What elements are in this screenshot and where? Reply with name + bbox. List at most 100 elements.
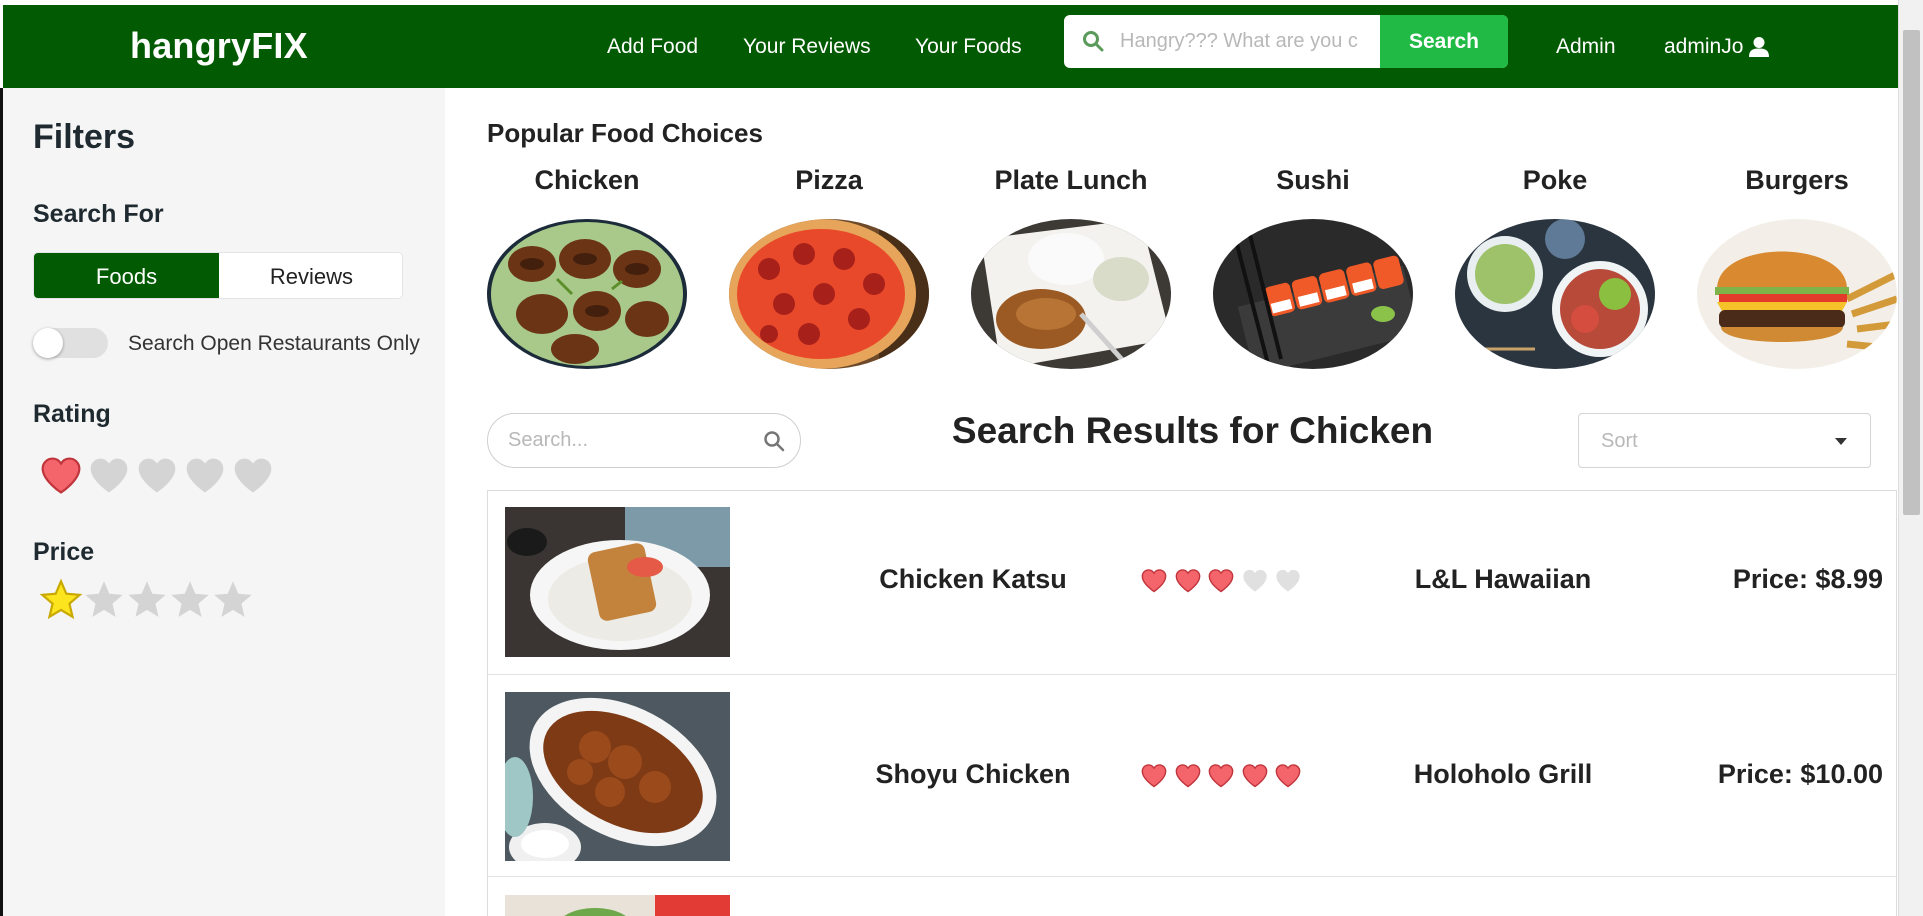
- price-option-2[interactable]: [82, 578, 128, 622]
- heart-icon: [1174, 762, 1204, 790]
- price-option-1[interactable]: [39, 578, 85, 622]
- user-icon[interactable]: [1748, 36, 1770, 58]
- category-label: Chicken: [534, 165, 640, 195]
- heart-icon: [1274, 567, 1304, 595]
- food-thumbnail[interactable]: [505, 507, 730, 657]
- category-image-burgers[interactable]: [1697, 219, 1897, 369]
- nav-admin[interactable]: Admin: [1556, 35, 1616, 59]
- results-heading: Search Results for Chicken: [951, 410, 1434, 451]
- rating-option-5[interactable]: [231, 454, 277, 498]
- restaurant-name[interactable]: Holoholo Grill: [1378, 759, 1628, 790]
- heart-icon: [186, 458, 224, 493]
- page-scrollbar[interactable]: [1898, 0, 1923, 916]
- food-name[interactable]: Chicken Katsu: [838, 564, 1108, 595]
- shoyu-chicken-image: [505, 692, 730, 861]
- app-root: hangryFIX Add Food Your Reviews Your Foo…: [0, 0, 1923, 916]
- filters-title: Filters: [33, 118, 136, 156]
- heart-icon: [1140, 567, 1170, 595]
- star-icon: [128, 581, 166, 617]
- food-price: Price: $10.00: [1717, 759, 1883, 789]
- star-icon: [39, 578, 83, 620]
- food-name[interactable]: Shoyu Chicken: [838, 759, 1108, 790]
- food-thumbnail[interactable]: [505, 895, 730, 916]
- food-thumbnail[interactable]: [505, 692, 730, 861]
- heart-icon: [1274, 762, 1304, 790]
- category-label: Pizza: [795, 165, 863, 195]
- heart-icon: [1207, 762, 1237, 790]
- result-row[interactable]: Shoyu Chicken Holoholo Grill Price: $10.…: [488, 675, 1896, 877]
- brand-logo[interactable]: hangryFIX: [130, 25, 308, 67]
- heart-icon: [1276, 569, 1300, 592]
- results-search-input[interactable]: [508, 414, 748, 467]
- switch-knob: [33, 328, 63, 358]
- search-icon[interactable]: [763, 430, 785, 452]
- result-row[interactable]: Chicken Katsu L&L Hawaiian Price: $8.99: [488, 491, 1896, 675]
- heart-icon: [1208, 764, 1234, 788]
- result-row[interactable]: [488, 877, 1896, 916]
- star-icon: [171, 581, 209, 617]
- search-for-reviews-button[interactable]: Reviews: [219, 253, 402, 298]
- search-icon: [1083, 31, 1104, 52]
- category-image-plate-lunch[interactable]: [971, 219, 1171, 369]
- rating-option-4[interactable]: [183, 454, 229, 498]
- open-restaurants-label: Search Open Restaurants Only: [128, 332, 420, 355]
- plate-lunch-image: [971, 219, 1171, 369]
- price-option-3[interactable]: [125, 578, 171, 622]
- food-price: Price: $8.99: [1732, 564, 1883, 594]
- price-option-5[interactable]: [211, 578, 257, 622]
- star-icon: [214, 581, 252, 617]
- star-icon: [85, 581, 123, 617]
- category-label: Sushi: [1276, 165, 1350, 195]
- category-label: Plate Lunch: [994, 165, 1148, 195]
- rating-heading: Rating: [33, 400, 111, 428]
- nav-add-food[interactable]: Add Food: [607, 35, 698, 59]
- category-image-pizza[interactable]: [729, 219, 929, 369]
- heart-icon: [1275, 764, 1301, 788]
- price-option-4[interactable]: [168, 578, 214, 622]
- results-list: Chicken Katsu L&L Hawaiian Price: $8.99 …: [487, 490, 1897, 916]
- scrollbar-thumb[interactable]: [1903, 30, 1920, 515]
- heart-icon: [1174, 567, 1204, 595]
- heart-icon: [1175, 569, 1200, 593]
- category-image-poke[interactable]: [1455, 219, 1655, 369]
- chicken-image: [487, 219, 687, 369]
- heart-icon: [234, 458, 272, 493]
- rating-option-3[interactable]: [135, 454, 181, 498]
- heart-icon: [1208, 569, 1234, 593]
- pizza-image: [729, 219, 929, 369]
- poke-image: [1455, 219, 1655, 369]
- filters-sidebar: Filters Search For Foods Reviews Search …: [3, 88, 445, 916]
- nav-your-reviews[interactable]: Your Reviews: [743, 35, 871, 59]
- popular-heading: Popular Food Choices: [487, 118, 763, 148]
- chicken-katsu-image: [505, 507, 730, 657]
- heart-icon: [1140, 762, 1170, 790]
- restaurant-name[interactable]: L&L Hawaiian: [1378, 564, 1628, 595]
- category-label: Poke: [1522, 165, 1588, 195]
- heart-icon: [41, 457, 81, 494]
- category-image-sushi[interactable]: [1213, 219, 1413, 369]
- navbar: hangryFIX Add Food Your Reviews Your Foo…: [3, 5, 1901, 88]
- nav-user-menu[interactable]: adminJo: [1664, 35, 1743, 59]
- nav-your-foods[interactable]: Your Foods: [915, 35, 1022, 59]
- heart-icon: [1175, 764, 1200, 788]
- heart-icon: [1241, 567, 1271, 595]
- heart-icon: [1242, 764, 1267, 788]
- heart-icon: [138, 458, 176, 493]
- category-label: Burgers: [1745, 165, 1849, 195]
- results-search-box: [487, 413, 801, 468]
- heart-icon: [1242, 569, 1267, 592]
- heart-icon: [1141, 569, 1167, 593]
- category-image-chicken[interactable]: [487, 219, 687, 369]
- top-search-button[interactable]: Search: [1380, 15, 1508, 68]
- open-restaurants-switch[interactable]: [33, 328, 108, 358]
- search-for-foods-button[interactable]: Foods: [34, 253, 219, 298]
- search-for-toggle: Foods Reviews: [33, 252, 403, 299]
- rating-option-2[interactable]: [87, 454, 133, 498]
- heart-icon: [1241, 762, 1271, 790]
- food-image-partial: [505, 895, 730, 916]
- price-heading: Price: [33, 538, 95, 566]
- rating-option-1[interactable]: [39, 454, 85, 498]
- sort-dropdown[interactable]: Sort: [1578, 413, 1871, 468]
- search-for-heading: Search For: [33, 200, 164, 228]
- sort-placeholder: Sort: [1601, 430, 1638, 452]
